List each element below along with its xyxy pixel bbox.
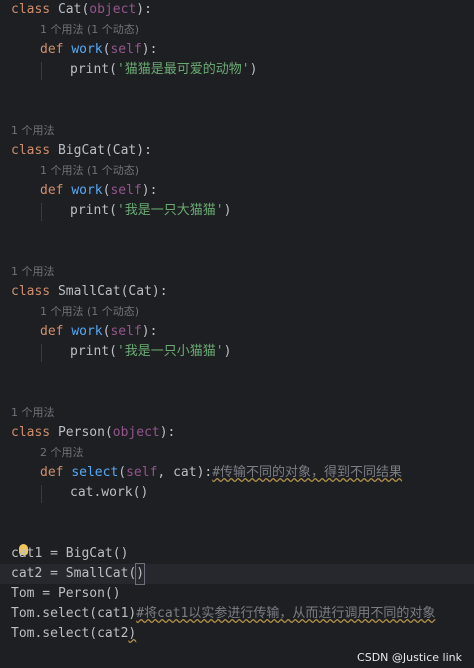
statement: Tom.select(cat2 — [11, 626, 129, 641]
usage-hint[interactable]: 1 个用法 — [11, 403, 474, 423]
base-class: object — [89, 2, 137, 17]
class-keyword: class — [11, 425, 51, 440]
param-name: cat — [173, 465, 197, 480]
class-keyword: class — [11, 2, 51, 17]
code-comment: #传输不同的对象，得到不同结果 — [212, 465, 403, 480]
class-name: Cat — [57, 2, 82, 17]
method-name: work — [71, 183, 103, 198]
self-param: self — [110, 324, 142, 339]
usage-hint[interactable]: 1 个用法 (1 个动态) — [40, 161, 474, 181]
class-name: SmallCat — [57, 284, 121, 299]
def-keyword: def — [40, 42, 64, 57]
statement: Tom = Person() — [11, 586, 121, 601]
code-line-select2[interactable]: Tom.select(cat2) — [0, 624, 474, 644]
bracket-match: ) — [135, 563, 146, 585]
base-class: object — [112, 425, 160, 440]
code-line-class-cat[interactable]: class Cat(object): — [0, 0, 474, 20]
usage-hint[interactable]: 1 个用法 — [11, 262, 474, 282]
class-name: BigCat — [57, 143, 105, 158]
usage-hint[interactable]: 1 个用法 (1 个动态) — [40, 20, 474, 40]
class-keyword: class — [11, 284, 51, 299]
code-editor[interactable]: class Cat(object): 1 个用法 (1 个动态) def wor… — [0, 0, 474, 668]
code-line-class-person[interactable]: class Person(object): — [0, 423, 474, 443]
statement: Tom.select(cat1) — [11, 606, 137, 621]
statement: cat2 = SmallCat( — [11, 566, 137, 581]
def-keyword: def — [40, 465, 64, 480]
string-literal: '我是一只大猫猫' — [116, 203, 224, 218]
base-class: Cat — [112, 143, 137, 158]
usage-hint[interactable]: 1 个用法 — [11, 121, 474, 141]
print-call: print — [70, 203, 110, 218]
self-param: self — [126, 465, 158, 480]
method-name: select — [71, 465, 119, 480]
self-param: self — [110, 183, 142, 198]
method-name: work — [71, 42, 103, 57]
statement: cat1 = BigCat() — [11, 546, 129, 561]
class-name: Person — [57, 425, 105, 440]
def-keyword: def — [40, 324, 64, 339]
code-line-print[interactable]: print('猫猫是最可爱的动物') — [0, 60, 474, 80]
watermark: CSDN @Justice link — [357, 651, 462, 664]
code-line-print[interactable]: print('我是一只小猫猫') — [0, 342, 474, 362]
code-comment: #将cat1以实参进行传输，从而进行调用不同的对象 — [136, 606, 436, 621]
code-line-def-work[interactable]: def work(self): — [0, 40, 474, 60]
usage-hint[interactable]: 2 个用法 — [40, 443, 474, 463]
code-line-print[interactable]: print('我是一只大猫猫') — [0, 201, 474, 221]
method-call: cat.work() — [70, 485, 149, 500]
method-name: work — [71, 324, 103, 339]
usage-hint[interactable]: 1 个用法 (1 个动态) — [40, 302, 474, 322]
closing-paren: ) — [128, 626, 137, 641]
print-call: print — [70, 62, 110, 77]
string-literal: '我是一只小猫猫' — [116, 344, 224, 359]
code-line-tom[interactable]: Tom = Person() — [0, 584, 474, 604]
code-line-class-bigcat[interactable]: class BigCat(Cat): — [0, 141, 474, 161]
self-param: self — [110, 42, 142, 57]
code-line-def-work[interactable]: def work(self): — [0, 181, 474, 201]
code-line-method-call[interactable]: cat.work() — [0, 483, 474, 503]
code-line-cat1[interactable]: cat1 = BigCat() — [0, 544, 474, 564]
def-keyword: def — [40, 183, 64, 198]
print-call: print — [70, 344, 110, 359]
code-line-class-smallcat[interactable]: class SmallCat(Cat): — [0, 282, 474, 302]
code-line-def-select[interactable]: def select(self, cat):#传输不同的对象，得到不同结果 — [0, 463, 474, 483]
class-keyword: class — [11, 143, 51, 158]
code-line-def-work[interactable]: def work(self): — [0, 322, 474, 342]
base-class: Cat — [128, 284, 152, 299]
string-literal: '猫猫是最可爱的动物' — [116, 62, 250, 77]
code-line-select1[interactable]: Tom.select(cat1)#将cat1以实参进行传输，从而进行调用不同的对… — [0, 604, 474, 624]
code-line-cat2[interactable]: cat2 = SmallCat() — [0, 563, 474, 585]
